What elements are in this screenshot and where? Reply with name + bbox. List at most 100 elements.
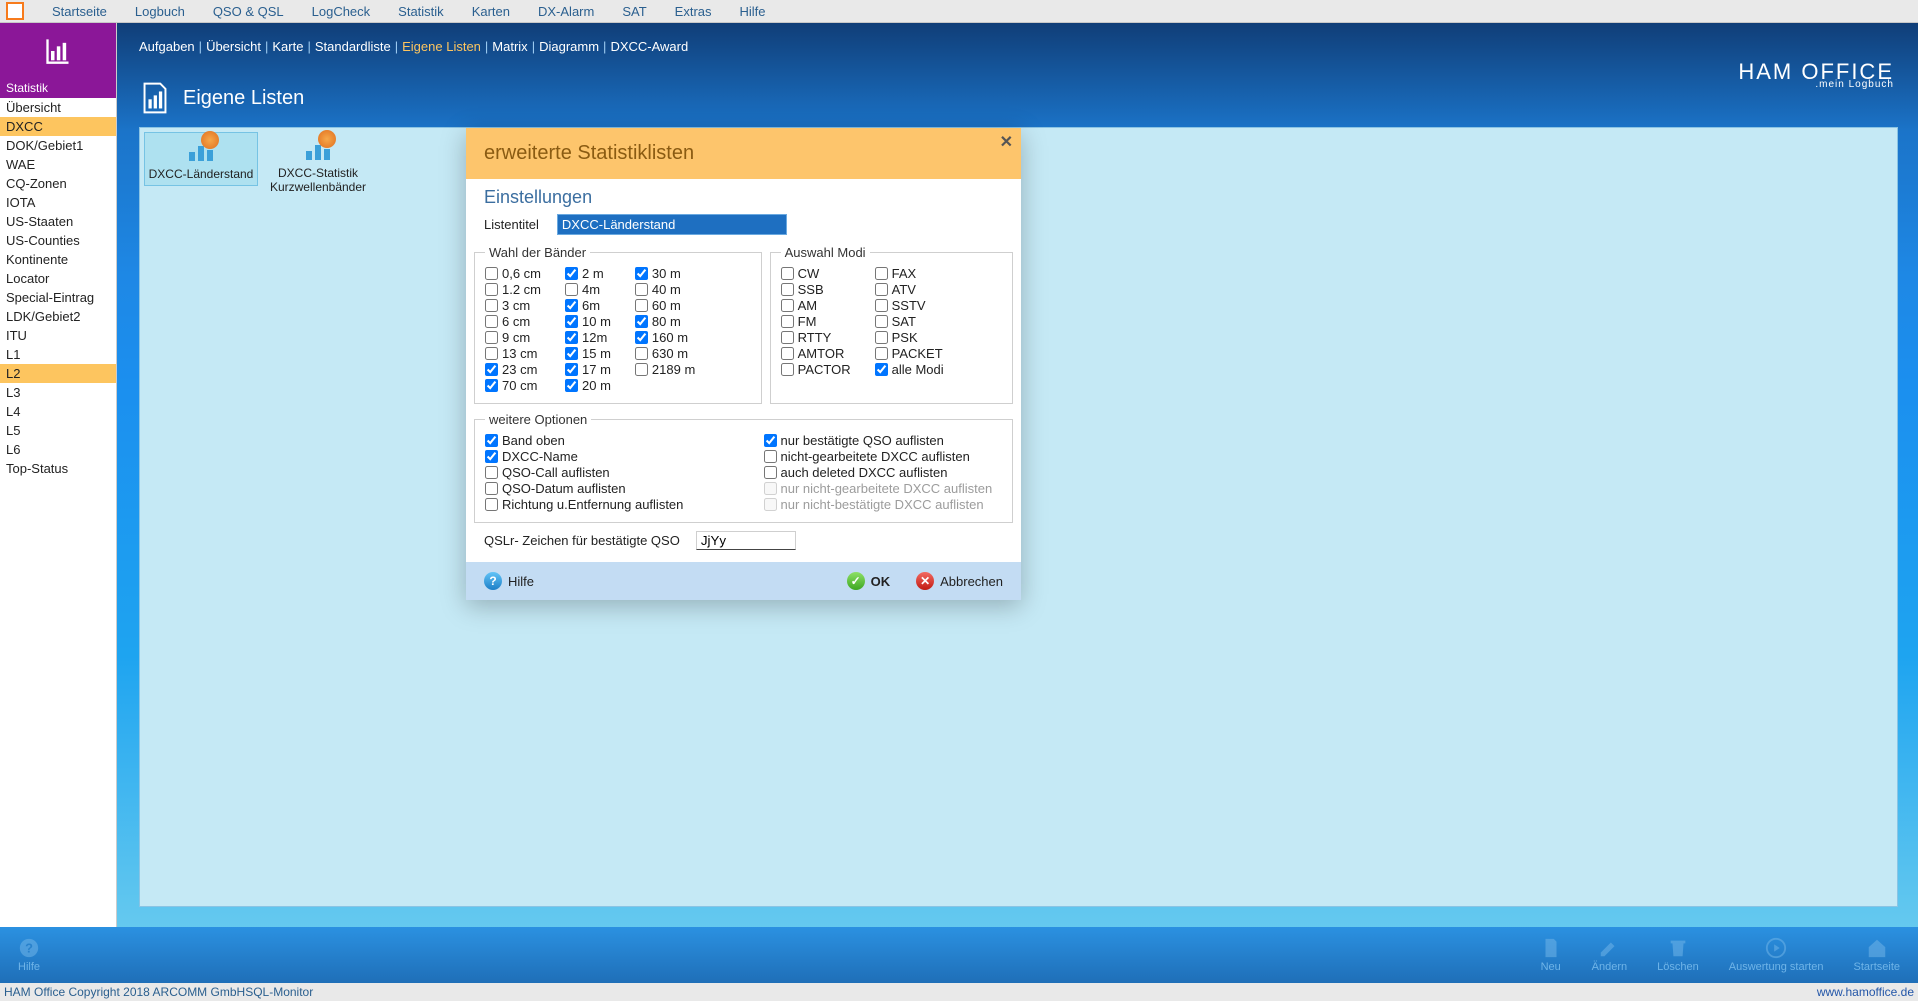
checkbox-80-m[interactable]: 80 m — [635, 314, 695, 329]
menu-item[interactable]: Extras — [675, 4, 712, 19]
checkbox-RTTY[interactable]: RTTY — [781, 330, 851, 345]
sidebar-item[interactable]: L1 — [0, 345, 116, 364]
checkbox-SSTV[interactable]: SSTV — [875, 298, 944, 313]
toolbar-edit[interactable]: Ändern — [1592, 937, 1627, 973]
checkbox-12m[interactable]: 12m — [565, 330, 611, 345]
sidebar-item[interactable]: WAE — [0, 155, 116, 174]
checkbox-20-m[interactable]: 20 m — [565, 378, 611, 393]
menu-item[interactable]: Logbuch — [135, 4, 185, 19]
sidebar-item[interactable]: LDK/Gebiet2 — [0, 307, 116, 326]
checkbox-nicht-gearbeitete-DXCC-auflisten[interactable]: nicht-gearbeitete DXCC auflisten — [764, 449, 1003, 464]
checkbox-13-cm[interactable]: 13 cm — [485, 346, 541, 361]
subtab[interactable]: Übersicht — [206, 39, 261, 54]
checkbox-SSB[interactable]: SSB — [781, 282, 851, 297]
sidebar-item[interactable]: Top-Status — [0, 459, 116, 478]
sidebar-item[interactable]: US-Counties — [0, 231, 116, 250]
checkbox-DXCC-Name[interactable]: DXCC-Name — [485, 449, 724, 464]
checkbox-AMTOR[interactable]: AMTOR — [781, 346, 851, 361]
listentitel-input[interactable] — [557, 214, 787, 235]
checkbox-70-cm[interactable]: 70 cm — [485, 378, 541, 393]
subtab[interactable]: Standardliste — [315, 39, 391, 54]
menu-item[interactable]: Startseite — [52, 4, 107, 19]
checkbox-4m[interactable]: 4m — [565, 282, 611, 297]
checkbox-AM[interactable]: AM — [781, 298, 851, 313]
checkbox-SAT[interactable]: SAT — [875, 314, 944, 329]
sidebar-item[interactable]: CQ-Zonen — [0, 174, 116, 193]
menu-item[interactable]: Karten — [472, 4, 510, 19]
checkbox-160-m[interactable]: 160 m — [635, 330, 695, 345]
checkbox-ATV[interactable]: ATV — [875, 282, 944, 297]
qslr-input[interactable] — [696, 531, 796, 550]
menu-item[interactable]: LogCheck — [312, 4, 371, 19]
sidebar-item[interactable]: Locator — [0, 269, 116, 288]
ok-button[interactable]: ✓OK — [847, 572, 891, 590]
checkbox-17-m[interactable]: 17 m — [565, 362, 611, 377]
footer-link[interactable]: www.hamoffice.de — [1817, 985, 1914, 999]
checkbox-PACKET[interactable]: PACKET — [875, 346, 944, 361]
checkbox-40-m[interactable]: 40 m — [635, 282, 695, 297]
subtab[interactable]: Diagramm — [539, 39, 599, 54]
toolbar-help[interactable]: ? Hilfe — [18, 937, 40, 973]
sidebar-item[interactable]: L2 — [0, 364, 116, 383]
checkbox-2-m[interactable]: 2 m — [565, 266, 611, 281]
sidebar-item[interactable]: L5 — [0, 421, 116, 440]
checkbox-QSO-Datum-auflisten[interactable]: QSO-Datum auflisten — [485, 481, 724, 496]
menu-item[interactable]: Statistik — [398, 4, 444, 19]
sidebar-item[interactable]: Special-Eintrag — [0, 288, 116, 307]
close-icon[interactable]: ✕ — [1000, 132, 1013, 152]
toolbar-delete[interactable]: Löschen — [1657, 937, 1699, 973]
checkbox-2189-m[interactable]: 2189 m — [635, 362, 695, 377]
checkbox-CW[interactable]: CW — [781, 266, 851, 281]
sidebar-item[interactable]: DXCC — [0, 117, 116, 136]
checkbox-0,6-cm[interactable]: 0,6 cm — [485, 266, 541, 281]
checkbox-alle-Modi[interactable]: alle Modi — [875, 362, 944, 377]
sidebar-item[interactable]: L3 — [0, 383, 116, 402]
checkbox-PACTOR[interactable]: PACTOR — [781, 362, 851, 377]
checkbox-auch-deleted-DXCC-auflisten[interactable]: auch deleted DXCC auflisten — [764, 465, 1003, 480]
subtab[interactable]: Eigene Listen — [402, 39, 481, 54]
subtab[interactable]: Karte — [272, 39, 303, 54]
checkbox-15-m[interactable]: 15 m — [565, 346, 611, 361]
checkbox-60-m[interactable]: 60 m — [635, 298, 695, 313]
sidebar-item[interactable]: Kontinente — [0, 250, 116, 269]
checkbox-nur-bestätigte-QSO-auflisten[interactable]: nur bestätigte QSO auflisten — [764, 433, 1003, 448]
toolbar-new[interactable]: Neu — [1540, 937, 1562, 973]
checkbox-1.2-cm[interactable]: 1.2 cm — [485, 282, 541, 297]
menu-item[interactable]: QSO & QSL — [213, 4, 284, 19]
sidebar-item[interactable]: DOK/Gebiet1 — [0, 136, 116, 155]
checkbox-Band-oben[interactable]: Band oben — [485, 433, 724, 448]
checkbox-9-cm[interactable]: 9 cm — [485, 330, 541, 345]
checkbox-3-cm[interactable]: 3 cm — [485, 298, 541, 313]
subtab[interactable]: DXCC-Award — [610, 39, 688, 54]
checkbox-6-cm[interactable]: 6 cm — [485, 314, 541, 329]
checkbox-PSK[interactable]: PSK — [875, 330, 944, 345]
sidebar-item[interactable]: IOTA — [0, 193, 116, 212]
checkbox-23-cm[interactable]: 23 cm — [485, 362, 541, 377]
checkbox-Richtung-u.Entfernung-auflisten[interactable]: Richtung u.Entfernung auflisten — [485, 497, 724, 512]
list-item-dxcc-laenderstand[interactable]: DXCC-Länderstand — [144, 132, 258, 186]
footer-sql[interactable]: SQL-Monitor — [245, 985, 313, 999]
sidebar-item[interactable]: ITU — [0, 326, 116, 345]
subtab[interactable]: Matrix — [492, 39, 527, 54]
menu-item[interactable]: DX-Alarm — [538, 4, 594, 19]
list-item-dxcc-statistik[interactable]: DXCC-Statistik Kurzwellenbänder — [262, 132, 374, 194]
toolbar-start[interactable]: Startseite — [1854, 937, 1900, 973]
toolbar-run[interactable]: Auswertung starten — [1729, 937, 1824, 973]
menu-item[interactable]: SAT — [622, 4, 646, 19]
checkbox-FAX[interactable]: FAX — [875, 266, 944, 281]
checkbox-10-m[interactable]: 10 m — [565, 314, 611, 329]
subtab[interactable]: Aufgaben — [139, 39, 195, 54]
sidebar-item[interactable]: US-Staaten — [0, 212, 116, 231]
checkbox-6m[interactable]: 6m — [565, 298, 611, 313]
checkbox-30-m[interactable]: 30 m — [635, 266, 695, 281]
help-button[interactable]: ?Hilfe — [484, 572, 534, 590]
sidebar-item[interactable]: Übersicht — [0, 98, 116, 117]
home-icon[interactable] — [6, 2, 24, 20]
cancel-button[interactable]: ✕Abbrechen — [916, 572, 1003, 590]
checkbox-QSO-Call-auflisten[interactable]: QSO-Call auflisten — [485, 465, 724, 480]
checkbox-630-m[interactable]: 630 m — [635, 346, 695, 361]
sidebar-item[interactable]: L4 — [0, 402, 116, 421]
checkbox-FM[interactable]: FM — [781, 314, 851, 329]
menu-item[interactable]: Hilfe — [740, 4, 766, 19]
sidebar-item[interactable]: L6 — [0, 440, 116, 459]
